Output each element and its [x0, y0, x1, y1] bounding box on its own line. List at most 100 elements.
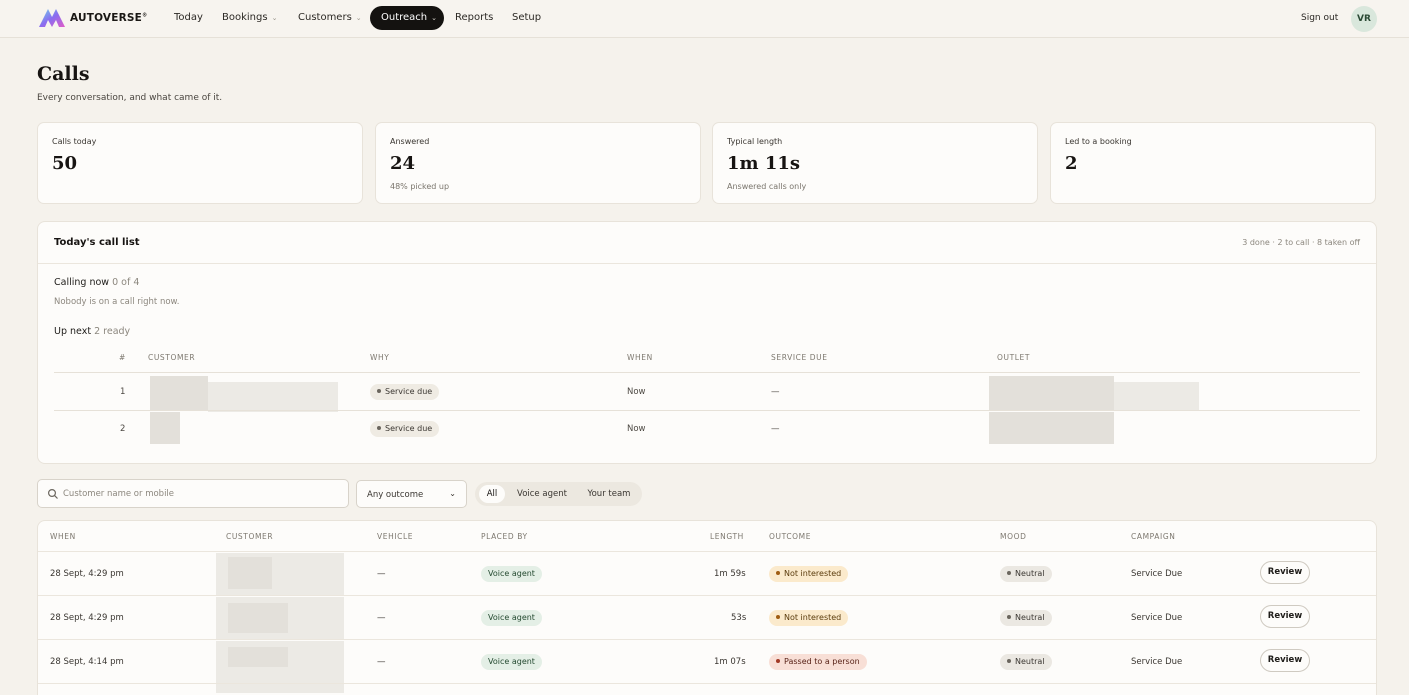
column-header-why: WHY [370, 353, 390, 362]
queue-row-when: Now [627, 424, 646, 434]
customer-name-redacted[interactable] [150, 376, 208, 410]
queue-row-service-due: — [771, 387, 780, 397]
column-header-service-due: SERVICE DUE [771, 353, 828, 362]
segment-your-team[interactable]: Your team [580, 485, 638, 503]
top-navigation: AUTOVERSE® Today Bookings ⌄ Customers ⌄ Ou… [0, 0, 1409, 38]
chevron-down-icon: ⌄ [355, 14, 362, 22]
autoverse-logo-icon[interactable] [37, 6, 67, 30]
chevron-down-icon: ⌄ [431, 14, 438, 22]
status-dot-icon [1007, 570, 1011, 575]
column-header-vehicle: VEHICLE [377, 532, 414, 541]
divider [38, 551, 1376, 552]
reason-badge: Service due [370, 384, 440, 400]
outcome-select-value: Any outcome [367, 490, 424, 500]
reason-badge: Service due [370, 421, 440, 437]
avatar[interactable]: VR [1351, 6, 1377, 32]
status-dot-icon [377, 425, 381, 430]
nav-item-reports[interactable]: Reports [455, 12, 493, 23]
call-vehicle: — [377, 613, 386, 623]
placed-by-badge: Voice agent [481, 566, 542, 582]
customer-name-redacted[interactable] [150, 412, 180, 444]
calling-now-empty-note: Nobody is on a call right now. [54, 297, 180, 307]
call-when: 28 Sept, 4:14 pm [50, 657, 124, 667]
nav-item-outreach[interactable]: Outreach ⌄ [370, 6, 444, 30]
stat-value: 50 [52, 153, 78, 174]
status-dot-icon [1007, 614, 1011, 619]
customer-detail-redacted [228, 647, 288, 667]
column-header-when: WHEN [50, 532, 76, 541]
column-header-campaign: CAMPAIGN [1131, 532, 1176, 541]
queue-row-when: Now [627, 387, 646, 397]
outlet-redacted [989, 412, 1114, 444]
calling-now-heading: Calling now 0 of 4 [54, 277, 140, 288]
customer-detail-redacted [208, 382, 338, 412]
up-next-heading: Up next 2 ready [54, 326, 131, 337]
search-icon [47, 488, 58, 499]
outlet-redacted [989, 376, 1114, 410]
call-list-summary: 3 done · 2 to call · 8 taken off [1242, 238, 1360, 247]
stat-card-calls-today: Calls today 50 [37, 122, 363, 204]
panel-title: Today's call list [54, 237, 140, 248]
customer-detail-redacted [228, 603, 288, 633]
outlet-detail-redacted [1114, 382, 1199, 410]
call-campaign: Service Due [1131, 613, 1183, 623]
divider [38, 595, 1376, 596]
column-header-mood: MOOD [1000, 532, 1027, 541]
review-button[interactable]: Review [1260, 649, 1310, 672]
nav-item-customers[interactable]: Customers ⌄ [298, 12, 362, 23]
status-dot-icon [377, 388, 381, 393]
status-dot-icon [776, 570, 780, 575]
stat-label: Calls today [52, 137, 97, 146]
stat-card-led-to-booking: Led to a booking 2 [1050, 122, 1376, 204]
nav-item-today[interactable]: Today [174, 12, 203, 23]
outcome-badge: Passed to a person [769, 654, 867, 670]
customer-detail-redacted [228, 557, 272, 589]
page-subtitle: Every conversation, and what came of it. [37, 93, 223, 103]
column-header-when: WHEN [627, 353, 653, 362]
column-header-outlet: OUTLET [997, 353, 1031, 362]
queue-row-number: 1 [120, 387, 126, 397]
divider [38, 639, 1376, 640]
call-vehicle: — [377, 657, 386, 667]
queue-row-number: 2 [120, 424, 126, 434]
placed-by-badge: Voice agent [481, 610, 542, 626]
status-dot-icon [1007, 658, 1011, 663]
divider [54, 410, 1360, 411]
calls-table: WHEN CUSTOMER VEHICLE PLACED BY LENGTH O… [37, 520, 1377, 695]
outcome-badge: Not interested [769, 566, 849, 582]
call-campaign: Service Due [1131, 569, 1183, 579]
segment-all[interactable]: All [479, 485, 505, 503]
divider [38, 683, 1376, 684]
column-header-length: LENGTH [710, 532, 744, 541]
call-when: 28 Sept, 4:29 pm [50, 569, 124, 579]
placed-by-segmented-control: All Voice agent Your team [475, 482, 642, 506]
review-button[interactable]: Review [1260, 561, 1310, 584]
divider [38, 263, 1376, 264]
column-header-customer: CUSTOMER [226, 532, 274, 541]
brand-name[interactable]: AUTOVERSE® [70, 12, 147, 24]
search-field[interactable]: Customer name or mobile [37, 479, 349, 508]
stat-note: Answered calls only [727, 182, 807, 191]
outcome-select[interactable]: Any outcome ⌄ [356, 480, 467, 508]
stat-value: 24 [390, 153, 416, 174]
chevron-down-icon: ⌄ [449, 489, 456, 498]
stat-label: Typical length [727, 137, 783, 146]
stat-card-typical-length: Typical length 1m 11s Answered calls onl… [712, 122, 1038, 204]
mood-badge: Neutral [1000, 566, 1052, 582]
chevron-down-icon: ⌄ [271, 14, 278, 22]
divider [54, 372, 1360, 373]
stat-label: Led to a booking [1065, 137, 1132, 146]
search-input[interactable]: Customer name or mobile [63, 489, 174, 499]
nav-item-bookings[interactable]: Bookings ⌄ [222, 12, 277, 23]
mood-badge: Neutral [1000, 654, 1052, 670]
call-list-panel: Today's call list 3 done · 2 to call · 8… [37, 221, 1377, 464]
status-dot-icon [776, 658, 780, 663]
status-dot-icon [776, 614, 780, 619]
stat-card-answered: Answered 24 48% picked up [375, 122, 701, 204]
segment-voice-agent[interactable]: Voice agent [510, 485, 574, 503]
sign-out-link[interactable]: Sign out [1301, 13, 1338, 23]
review-button[interactable]: Review [1260, 605, 1310, 628]
stat-value: 2 [1065, 153, 1078, 174]
column-header-outcome: OUTCOME [769, 532, 812, 541]
nav-item-setup[interactable]: Setup [512, 12, 541, 23]
